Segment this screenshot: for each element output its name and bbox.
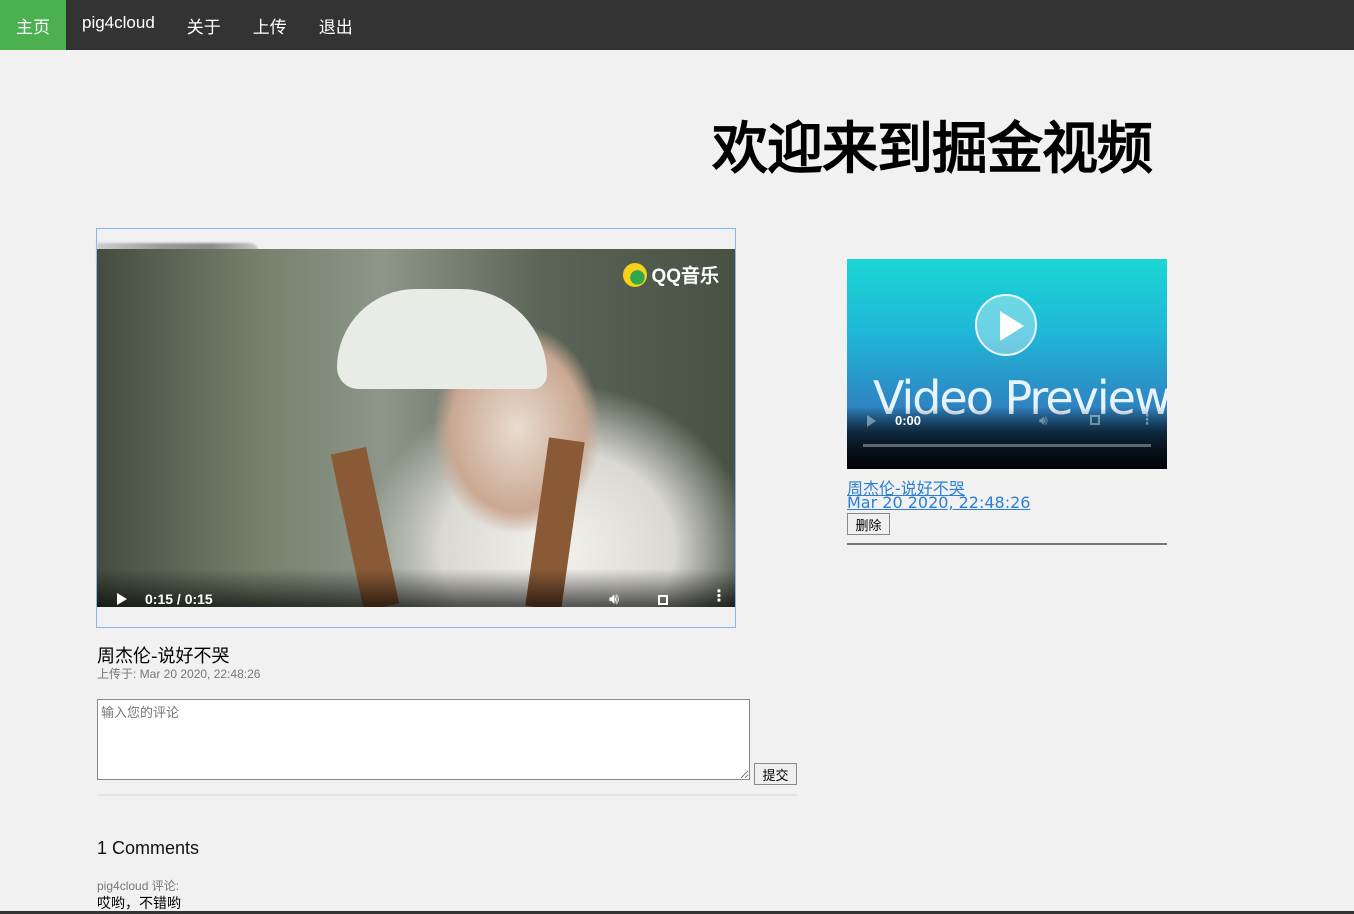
scene-cap-shape [337, 289, 547, 389]
submit-comment-button[interactable]: 提交 [754, 763, 797, 785]
delete-video-button[interactable]: 删除 [847, 513, 890, 535]
comment-divider [97, 794, 797, 796]
comments-count: 1 Comments [97, 838, 200, 858]
nav-item-about[interactable]: 关于 [171, 0, 237, 50]
nav-item-upload[interactable]: 上传 [237, 0, 303, 50]
video-time: 0:15 / 0:15 [145, 591, 213, 607]
preview-time: 0:00 [895, 413, 922, 428]
video-controls: 0:15 / 0:15 🔊︎ ⋮ [97, 569, 735, 607]
qq-music-label: QQ音乐 [651, 266, 719, 287]
comment-input[interactable] [97, 699, 750, 780]
qq-music-icon [623, 262, 648, 287]
sidebar-video-player[interactable]: Video Preview 0:00 🔊︎ ⋮ [847, 259, 1167, 469]
nav-item-home[interactable]: 主页 [0, 0, 66, 50]
volume-icon[interactable]: 🔊︎ [609, 591, 619, 607]
top-nav: 主页 pig4cloud 关于 上传 退出 [0, 0, 1354, 50]
video-frame[interactable]: QQ音乐 0:15 / 0:15 🔊︎ ⋮ [97, 249, 735, 607]
sidebar-divider [847, 543, 1167, 545]
preview-volume-icon[interactable]: 🔊︎ [1039, 412, 1048, 429]
sidebar-video-date-link[interactable]: Mar 20 2020, 22:48:26 [847, 493, 1030, 512]
qq-music-logo: QQ音乐 [623, 261, 719, 288]
preview-play-icon[interactable] [975, 294, 1037, 356]
upload-date: 上传于: Mar 20 2020, 22:48:26 [97, 667, 261, 681]
preview-fullscreen-icon[interactable] [1090, 415, 1100, 425]
play-icon[interactable] [117, 593, 127, 605]
main-video-player[interactable]: QQ音乐 0:15 / 0:15 🔊︎ ⋮ [96, 228, 736, 628]
preview-more-options-icon[interactable]: ⋮ [1140, 411, 1154, 428]
more-options-icon[interactable]: ⋮ [711, 589, 727, 605]
comment-text: 哎哟，不错哟 [97, 896, 181, 912]
page-title: 欢迎来到掘金视频 [712, 117, 1153, 182]
fullscreen-icon[interactable] [658, 595, 668, 605]
preview-small-play-icon[interactable] [867, 415, 876, 427]
nav-item-user[interactable]: pig4cloud [66, 0, 171, 50]
preview-controls: 0:00 🔊︎ ⋮ [847, 407, 1167, 469]
nav-item-logout[interactable]: 退出 [303, 0, 369, 50]
comment-author: pig4cloud 评论: [97, 879, 180, 893]
preview-progress-bar[interactable] [863, 444, 1151, 447]
